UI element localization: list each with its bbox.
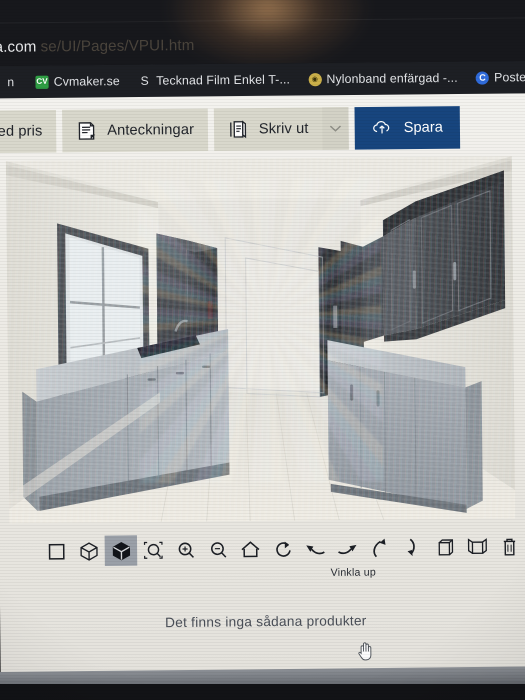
price-button-label: ned pris (0, 123, 43, 140)
bookmark-item-nylonband[interactable]: ◉ Nylonband enfärgad -... (299, 62, 467, 96)
app-toolbar: ned pris Anteckningar Skriv ut Spara (0, 103, 525, 155)
rotate-tool[interactable] (266, 534, 299, 565)
cube-solid-icon (112, 541, 130, 560)
wireframe-3d-view-tool[interactable] (72, 536, 105, 567)
room-box-icon (438, 538, 454, 555)
room-view-tool[interactable] (428, 532, 461, 563)
zoom-out-tool[interactable] (202, 534, 235, 565)
plan-2d-view-tool[interactable] (40, 536, 73, 567)
printer-icon (228, 119, 248, 139)
home-icon (241, 541, 260, 558)
bookmark-item[interactable]: n (0, 66, 27, 99)
mouse-cursor-hand (357, 641, 374, 661)
app-page: ned pris Anteckningar Skriv ut Spara Vin… (0, 93, 525, 686)
notes-icon (77, 121, 97, 141)
print-dropdown-caret[interactable] (322, 107, 350, 150)
open-room-view-tool[interactable] (461, 532, 494, 563)
photo-of-monitor: a.com se/UI/Pages/VPUI.htm n CV Cvmaker.… (0, 0, 525, 700)
cube-wireframe-icon (79, 541, 98, 561)
letter-c-circle-icon: C (475, 70, 490, 85)
kitchen-3d-viewport[interactable] (5, 156, 516, 524)
zoom-to-fit-tool[interactable] (137, 535, 170, 566)
print-button[interactable]: Skriv ut (214, 107, 323, 151)
save-button[interactable]: Spara (354, 106, 461, 150)
browser-chrome: a.com se/UI/Pages/VPUI.htm (0, 0, 525, 67)
save-button-label: Spara (403, 119, 443, 136)
magnifier-plus-icon (178, 542, 194, 558)
magnifier-minus-icon (210, 541, 226, 558)
kitchen-3d-scene (5, 156, 516, 524)
letter-s-icon: S (140, 73, 149, 88)
notes-button[interactable]: Anteckningar (62, 108, 209, 153)
rotate-left-tool[interactable] (299, 533, 332, 564)
cloud-upload-icon (372, 118, 392, 138)
address-bar[interactable]: a.com se/UI/Pages/VPUI.htm (0, 34, 195, 58)
arrow-curve-right-icon (338, 544, 357, 555)
cvmaker-icon: CV (35, 75, 49, 89)
empty-products-message: Det finns inga sådana produkter (164, 613, 367, 631)
glass-panel (224, 237, 325, 398)
url-path: se/UI/Pages/VPUI.htm (40, 36, 195, 55)
bookmark-label: Tecknad Film Enkel T-... (156, 72, 291, 88)
chevron-down-icon (330, 125, 342, 132)
home-view-tool[interactable] (234, 534, 267, 565)
zoom-fit-icon (143, 541, 163, 559)
bookmark-label: Posters kan du enkelt s... (494, 69, 525, 85)
notes-button-label: Anteckningar (107, 121, 195, 139)
trash-icon (503, 538, 516, 556)
page-icon: n (7, 74, 15, 90)
bookmark-label: Cvmaker.se (53, 73, 120, 89)
price-button[interactable]: ned pris (0, 109, 57, 154)
open-room-icon (467, 537, 487, 554)
url-domain: a.com (0, 37, 37, 56)
print-button-label: Skriv ut (258, 120, 309, 138)
tool-tooltip: Vinkla up (330, 566, 377, 579)
gold-badge-icon: ◉ (308, 72, 322, 86)
tilt-up-arrow-icon (373, 538, 386, 558)
rotate-circular-icon (275, 541, 291, 557)
tilt-down-tool[interactable] (396, 532, 429, 563)
bookmarks-bar: n CV Cvmaker.se S Tecknad Film Enkel T-.… (0, 60, 525, 99)
rotate-right-tool[interactable] (331, 533, 364, 564)
delete-tool[interactable] (493, 532, 525, 563)
bookmark-label: Nylonband enfärgad -... (326, 70, 458, 87)
print-split-button: Skriv ut (214, 107, 350, 151)
square-icon (48, 543, 65, 560)
bookmark-item-tecknad[interactable]: S Tecknad Film Enkel T-... (129, 63, 300, 97)
bookmark-item-posters[interactable]: C Posters kan du enkelt s... (467, 61, 525, 94)
solid-3d-view-tool[interactable] (104, 535, 138, 566)
bookmark-item-cvmaker[interactable]: CV Cvmaker.se (26, 65, 129, 98)
viewer-toolbar (0, 526, 525, 572)
monitor-bezel-shadow (0, 684, 525, 700)
arrow-curve-left-icon (306, 545, 325, 555)
lens-flare (165, 0, 370, 67)
monitor-screen: a.com se/UI/Pages/VPUI.htm n CV Cvmaker.… (0, 0, 525, 697)
tilt-down-arrow-icon (407, 538, 415, 557)
zoom-in-tool[interactable] (169, 535, 202, 566)
tilt-up-tool[interactable] (364, 533, 397, 564)
